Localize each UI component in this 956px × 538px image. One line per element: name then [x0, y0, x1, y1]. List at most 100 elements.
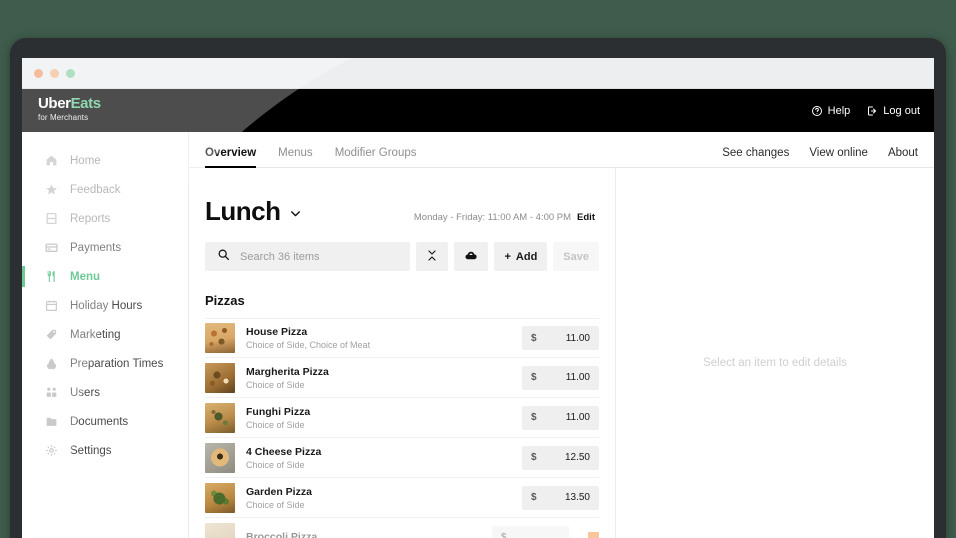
timer-icon: [44, 357, 58, 371]
sidebar-item-menu[interactable]: Menu: [22, 262, 188, 291]
collapse-icon: [426, 249, 438, 265]
menu-list-column: Lunch Monday - Friday: 11:00 AM - 4:00 P…: [189, 168, 616, 538]
cutlery-icon: [44, 270, 58, 284]
brand-uber: Uber: [38, 95, 71, 112]
tag-icon: [44, 328, 58, 342]
sidebar-item-marketing[interactable]: Marketing: [22, 320, 188, 349]
collapse-button[interactable]: [416, 242, 449, 271]
sidebar-item-label: Payments: [70, 241, 122, 254]
price-value: 11.00: [565, 412, 590, 423]
table-row[interactable]: Funghi Pizza Choice of Side $ 11.00: [205, 398, 599, 438]
help-button[interactable]: Help: [811, 104, 851, 117]
sidebar-item-holiday-hours[interactable]: Holiday Hours: [22, 291, 188, 320]
table-row[interactable]: House Pizza Choice of Side, Choice of Me…: [205, 318, 599, 358]
header-actions: Help Log out: [811, 89, 920, 132]
search-placeholder: Search 36 items: [240, 250, 320, 263]
sidebar-item-feedback[interactable]: Feedback: [22, 175, 188, 204]
logout-icon: [866, 105, 878, 117]
item-name: Broccoli Pizza: [246, 530, 318, 538]
tab-modifier-groups[interactable]: Modifier Groups: [335, 147, 417, 167]
sidebar-item-label: Reports: [70, 212, 111, 225]
app-body: Home Feedback Reports Payments Menu Holi…: [22, 132, 934, 538]
sidebar-item-preparation-times[interactable]: Preparation Times: [22, 349, 188, 378]
table-row[interactable]: Garden Pizza Choice of Side $ 13.50: [205, 478, 599, 518]
search-input[interactable]: Search 36 items: [205, 242, 411, 271]
window-controls: [34, 69, 75, 78]
price-field[interactable]: $ 11.00: [522, 326, 599, 350]
about-button[interactable]: About: [888, 147, 918, 159]
main-content: Overview Menus Modifier Groups See chang…: [189, 132, 934, 538]
cloud-upload-icon: [464, 249, 478, 265]
sidebar-item-documents[interactable]: Documents: [22, 407, 188, 436]
page-title: Lunch: [205, 196, 281, 226]
tab-bar: Overview Menus Modifier Groups See chang…: [189, 132, 934, 168]
folder-icon: [44, 415, 58, 429]
item-description: Choice of Side: [246, 499, 305, 510]
detail-placeholder: Select an item to edit details: [703, 357, 847, 369]
item-info: Margherita Pizza Choice of Side: [246, 366, 511, 390]
tab-overview[interactable]: Overview: [205, 147, 257, 168]
item-description: Choice of Side: [246, 459, 305, 470]
item-thumbnail: [205, 482, 235, 513]
app-header: UberEats for Merchants Help Log out: [22, 89, 934, 132]
price-value: 11.00: [565, 332, 590, 344]
add-label: Add: [515, 250, 538, 263]
maximize-dot[interactable]: [66, 69, 75, 78]
item-name: Funghi Pizza: [246, 405, 311, 418]
sidebar-item-label: Home: [70, 154, 101, 167]
calendar-icon: [44, 299, 58, 313]
item-thumbnail: [205, 522, 235, 538]
item-info: Funghi Pizza Choice of Side: [246, 406, 511, 430]
item-info: Broccoli Pizza: [246, 531, 481, 538]
item-name: House Pizza: [246, 326, 308, 338]
edit-schedule-button[interactable]: Edit: [577, 212, 595, 223]
sidebar: Home Feedback Reports Payments Menu Holi…: [22, 132, 189, 538]
sidebar-item-payments[interactable]: Payments: [22, 233, 188, 262]
screenshot-root: UberEats for Merchants Help Log out Home…: [0, 0, 956, 538]
table-row[interactable]: Broccoli Pizza $: [205, 518, 599, 538]
menu-title-row: Lunch Monday - Friday: 11:00 AM - 4:00 P…: [205, 196, 599, 227]
item-thumbnail: [205, 362, 235, 393]
currency-symbol: $: [531, 372, 537, 383]
sidebar-item-label: Menu: [70, 270, 101, 283]
star-icon: [44, 183, 58, 197]
item-thumbnail: [205, 442, 235, 473]
price-field[interactable]: $: [492, 525, 569, 538]
sidebar-item-label: Holiday Hours: [70, 299, 143, 312]
price-field[interactable]: $ 11.00: [522, 405, 599, 430]
table-row[interactable]: Margherita Pizza Choice of Side $ 11.00: [205, 358, 599, 398]
plus-icon: +: [504, 250, 511, 263]
save-button[interactable]: Save: [553, 242, 599, 271]
price-field[interactable]: $ 12.50: [522, 445, 599, 470]
logout-button[interactable]: Log out: [866, 105, 920, 117]
section-title: Pizzas: [205, 293, 245, 308]
item-description: Choice of Side, Choice of Meat: [246, 340, 371, 350]
sidebar-item-reports[interactable]: Reports: [22, 204, 188, 233]
users-icon: [44, 386, 58, 400]
item-info: 4 Cheese Pizza Choice of Side: [246, 446, 511, 470]
price-field[interactable]: $ 13.50: [522, 485, 599, 510]
chevron-down-icon[interactable]: [289, 207, 302, 225]
item-name: Margherita Pizza: [246, 365, 329, 378]
see-changes-button[interactable]: See changes: [722, 147, 789, 159]
close-dot[interactable]: [34, 69, 43, 78]
sidebar-item-home[interactable]: Home: [22, 146, 188, 175]
view-online-button[interactable]: View online: [809, 147, 868, 159]
item-thumbnail: [205, 402, 235, 433]
status-badge: [588, 532, 599, 538]
item-description: Choice of Side: [246, 379, 305, 390]
menu-item-list: House Pizza Choice of Side, Choice of Me…: [205, 318, 599, 538]
price-field[interactable]: $ 11.00: [522, 365, 599, 390]
brand-logo[interactable]: UberEats for Merchants: [38, 96, 101, 122]
tab-menus[interactable]: Menus: [278, 147, 313, 167]
upload-button[interactable]: [454, 242, 489, 271]
help-label: Help: [827, 104, 851, 117]
content-wrapper: Lunch Monday - Friday: 11:00 AM - 4:00 P…: [189, 168, 934, 538]
minimize-dot[interactable]: [50, 69, 59, 78]
sidebar-item-users[interactable]: Users: [22, 378, 188, 407]
add-button[interactable]: + Add: [494, 242, 548, 271]
menu-schedule: Monday - Friday: 11:00 AM - 4:00 PM Edit: [414, 212, 595, 223]
table-row[interactable]: 4 Cheese Pizza Choice of Side $ 12.50: [205, 438, 599, 478]
tab-list: Overview Menus Modifier Groups: [205, 147, 417, 168]
sidebar-item-settings[interactable]: Settings: [22, 436, 188, 465]
